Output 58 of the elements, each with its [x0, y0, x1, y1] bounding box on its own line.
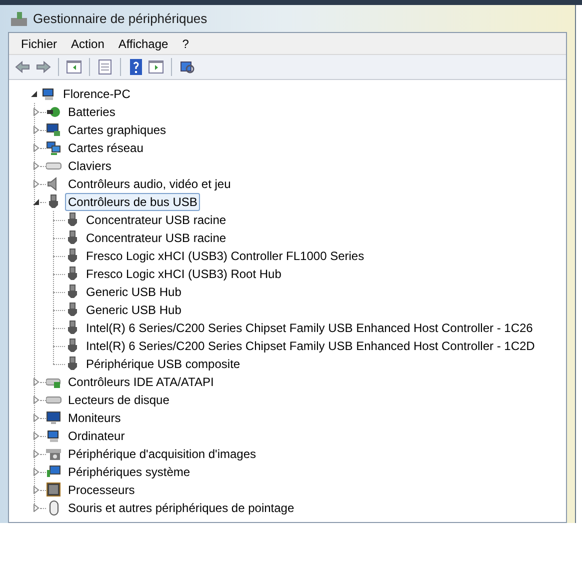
tree-item[interactable]: Cartes graphiques: [65, 121, 170, 139]
console-tree-icon[interactable]: [65, 58, 83, 76]
expand-arrow-icon[interactable]: [33, 396, 40, 404]
tree-item[interactable]: Périphérique USB composite: [83, 355, 244, 373]
tree-item[interactable]: Périphériques système: [65, 463, 194, 481]
tree-item[interactable]: Contrôleurs IDE ATA/ATAPI: [65, 373, 217, 391]
tree-item[interactable]: Fresco Logic xHCI (USB3) Root Hub: [83, 265, 284, 283]
tree-item[interactable]: Fresco Logic xHCI (USB3) Controller FL1000 Series: [83, 247, 368, 265]
tree-item[interactable]: Cartes réseau: [65, 139, 146, 157]
tree-item[interactable]: Moniteurs: [65, 409, 124, 427]
monitor-icon: [46, 410, 62, 426]
tree-item[interactable]: Concentrateur USB racine: [83, 229, 230, 247]
tree-item[interactable]: Generic USB Hub: [83, 301, 184, 319]
tree-item[interactable]: Claviers: [65, 157, 114, 175]
help-icon[interactable]: [127, 58, 145, 76]
tree-item[interactable]: Contrôleurs de bus USB: [65, 193, 200, 211]
menu-item[interactable]: Fichier: [15, 34, 64, 52]
expand-arrow-icon[interactable]: [33, 180, 40, 188]
tree-item[interactable]: Intel(R) 6 Series/C200 Series Chipset Family USB Enhanced Host Controller - 1C26: [83, 319, 536, 337]
menu-item[interactable]: Affichage: [112, 34, 174, 52]
expand-arrow-icon[interactable]: [33, 504, 40, 512]
computer-icon: [46, 464, 62, 480]
expand-arrow-icon[interactable]: [33, 162, 40, 170]
tree-item[interactable]: Processeurs: [65, 481, 138, 499]
tree-item[interactable]: Contrôleurs audio, vidéo et jeu: [65, 175, 234, 193]
expand-arrow-icon[interactable]: [33, 378, 40, 386]
expand-arrow-icon[interactable]: [33, 486, 40, 494]
menu-item[interactable]: ?: [176, 34, 195, 52]
app-icon: [10, 10, 28, 26]
expand-arrow-icon[interactable]: [33, 432, 40, 440]
window-title: Gestionnaire de périphériques: [33, 10, 208, 28]
action-pane-icon[interactable]: [147, 58, 165, 76]
tree-item[interactable]: Batteries: [65, 103, 118, 121]
back-arrow-icon[interactable]: [14, 58, 32, 76]
expand-arrow-icon[interactable]: [33, 468, 40, 476]
tree-item[interactable]: Ordinateur: [65, 427, 128, 445]
menu-item[interactable]: Action: [65, 34, 110, 52]
network-icon: [46, 140, 62, 156]
expand-arrow-icon[interactable]: [33, 450, 40, 458]
collapse-arrow-icon[interactable]: [33, 198, 40, 206]
battery-icon: [46, 104, 62, 120]
tree-item[interactable]: Intel(R) 6 Series/C200 Series Chipset Family USB Enhanced Host Controller - 1C2D: [83, 337, 538, 355]
tree-item[interactable]: Florence-PC: [60, 85, 134, 103]
tree-item[interactable]: Generic USB Hub: [83, 283, 184, 301]
properties-icon[interactable]: [96, 58, 114, 76]
tree-item[interactable]: Périphérique d'acquisition d'images: [65, 445, 260, 463]
collapse-arrow-icon[interactable]: [31, 90, 38, 98]
tree-item[interactable]: Souris et autres périphériques de pointage: [65, 499, 298, 517]
forward-arrow-icon[interactable]: [34, 58, 52, 76]
expand-arrow-icon[interactable]: [33, 126, 40, 134]
display-card-icon: [46, 122, 62, 138]
tree-item[interactable]: Lecteurs de disque: [65, 391, 172, 409]
expand-arrow-icon[interactable]: [33, 108, 40, 116]
expand-arrow-icon[interactable]: [33, 144, 40, 152]
tree-item[interactable]: Concentrateur USB racine: [83, 211, 230, 229]
expand-arrow-icon[interactable]: [33, 414, 40, 422]
processor-icon: [46, 482, 62, 498]
scanner-camera-icon: [46, 446, 62, 462]
